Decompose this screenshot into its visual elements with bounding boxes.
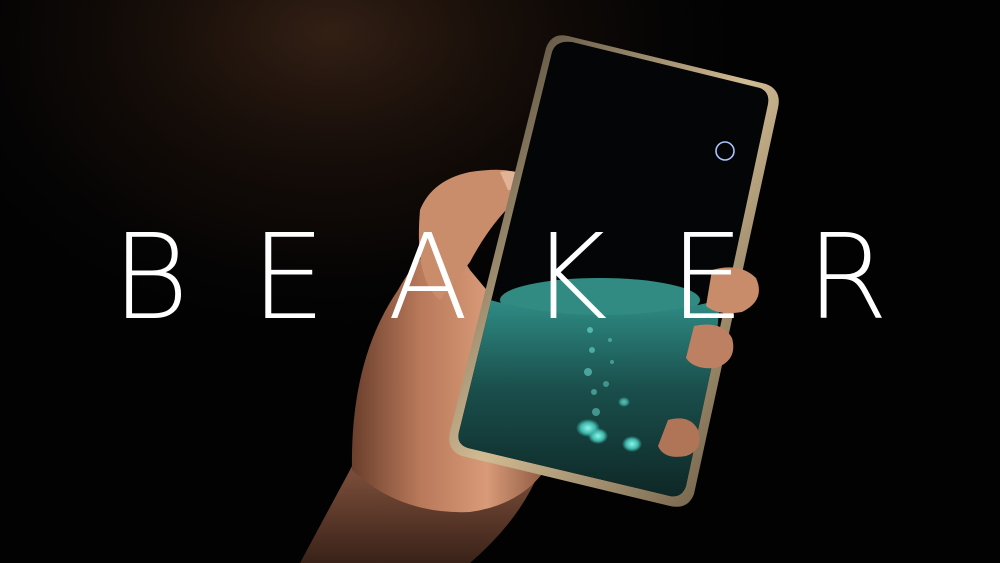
hero-image: BEAKER — [0, 0, 1000, 563]
brand-title: BEAKER — [111, 208, 951, 346]
